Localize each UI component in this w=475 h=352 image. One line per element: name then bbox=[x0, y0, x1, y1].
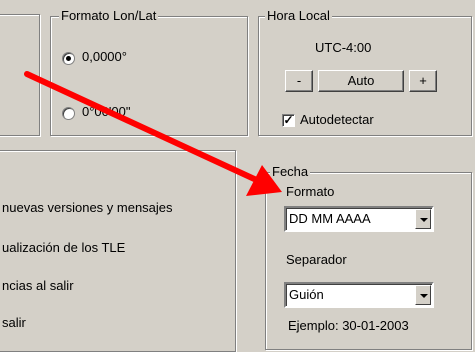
annotation-arrow bbox=[24, 71, 282, 196]
arrow-shaft bbox=[24, 71, 266, 186]
